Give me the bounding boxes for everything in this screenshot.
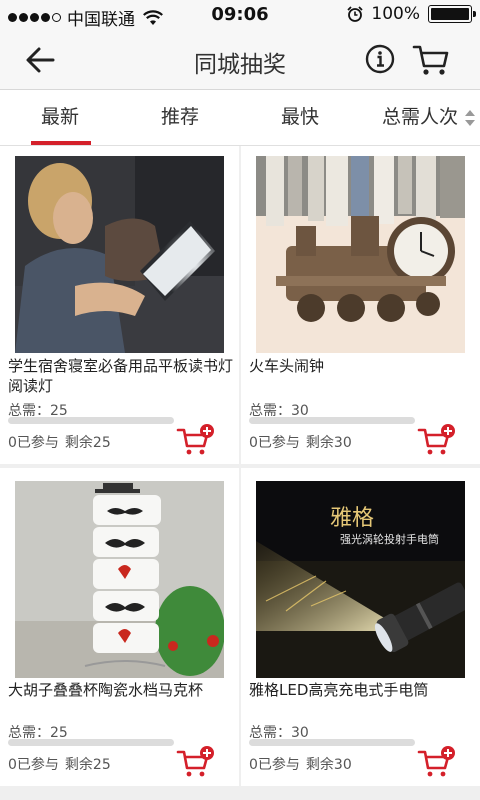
product-grid: 学生宿舍寝室必备用品平板读书灯阅读灯 总需：25 0已参与 剩余25 火车头闹钟…	[0, 146, 480, 800]
alarm-clock-icon	[347, 6, 364, 22]
product-name[interactable]: 大胡子叠叠杯陶瓷水档马克杯	[8, 680, 233, 700]
top-nav-bar: 同城抽奖	[0, 30, 480, 90]
remaining-count: 剩余30	[305, 757, 352, 773]
product-image-train-alarm-clock[interactable]	[256, 156, 465, 353]
participation-stats: 0已参与 剩余30	[249, 754, 352, 774]
product-image-mustache-mugs[interactable]	[15, 481, 224, 678]
remaining-count: 剩余30	[305, 435, 352, 451]
participation-stats: 0已参与 剩余30	[249, 432, 352, 452]
page-title: 同城抽奖	[194, 52, 286, 78]
image-tagline-text: 强光涡轮投射手电筒	[340, 532, 439, 546]
battery-percent: 100%	[371, 4, 420, 24]
progress-bar	[249, 417, 415, 424]
progress-bar	[8, 417, 174, 424]
image-brand-text: 雅格	[330, 506, 374, 531]
joined-count: 0已参与	[8, 435, 59, 451]
add-to-cart-icon[interactable]	[176, 746, 216, 778]
sort-arrows-icon[interactable]	[464, 108, 476, 128]
add-to-cart-icon[interactable]	[176, 424, 216, 456]
product-name[interactable]: 学生宿舍寝室必备用品平板读书灯阅读灯	[8, 356, 233, 396]
joined-count: 0已参与	[8, 757, 59, 773]
battery-level	[431, 8, 469, 20]
status-bar: 中国联通 09:06 100%	[0, 0, 480, 30]
product-card[interactable]: 雅格 强光涡轮投射手电筒 雅格LED高亮充电式手电筒 总需：30 0已参与 剩余3…	[241, 468, 480, 786]
tab-recommended[interactable]: 推荐	[140, 90, 220, 146]
add-to-cart-icon[interactable]	[417, 424, 457, 456]
status-right: 100%	[347, 4, 476, 24]
battery-icon	[428, 5, 476, 23]
joined-count: 0已参与	[249, 757, 300, 773]
participation-stats: 0已参与 剩余25	[8, 432, 111, 452]
product-card[interactable]: 学生宿舍寝室必备用品平板读书灯阅读灯 总需：25 0已参与 剩余25	[0, 146, 239, 464]
product-card[interactable]: 大胡子叠叠杯陶瓷水档马克杯 总需：25 0已参与 剩余25	[0, 468, 239, 786]
info-circle-icon[interactable]	[364, 43, 396, 75]
product-image-reading-lamp[interactable]	[15, 156, 224, 353]
progress-bar	[8, 739, 174, 746]
product-card[interactable]: 火车头闹钟 总需：30 0已参与 剩余30	[241, 146, 480, 464]
add-to-cart-icon[interactable]	[417, 746, 457, 778]
product-name[interactable]: 火车头闹钟	[249, 356, 474, 376]
progress-bar	[249, 739, 415, 746]
product-name[interactable]: 雅格LED高亮充电式手电筒	[249, 680, 474, 700]
participation-stats: 0已参与 剩余25	[8, 754, 111, 774]
remaining-count: 剩余25	[64, 435, 111, 451]
filter-tabs: 最新 推荐 最快 总需人次	[0, 90, 480, 146]
tab-total-required[interactable]: 总需人次	[374, 90, 466, 146]
active-tab-indicator	[31, 141, 91, 145]
remaining-count: 剩余25	[64, 757, 111, 773]
shopping-cart-icon[interactable]	[412, 43, 450, 77]
joined-count: 0已参与	[249, 435, 300, 451]
tab-latest[interactable]: 最新	[20, 90, 100, 146]
product-image-led-flashlight[interactable]: 雅格 强光涡轮投射手电筒	[256, 481, 465, 678]
tab-fastest[interactable]: 最快	[260, 90, 340, 146]
